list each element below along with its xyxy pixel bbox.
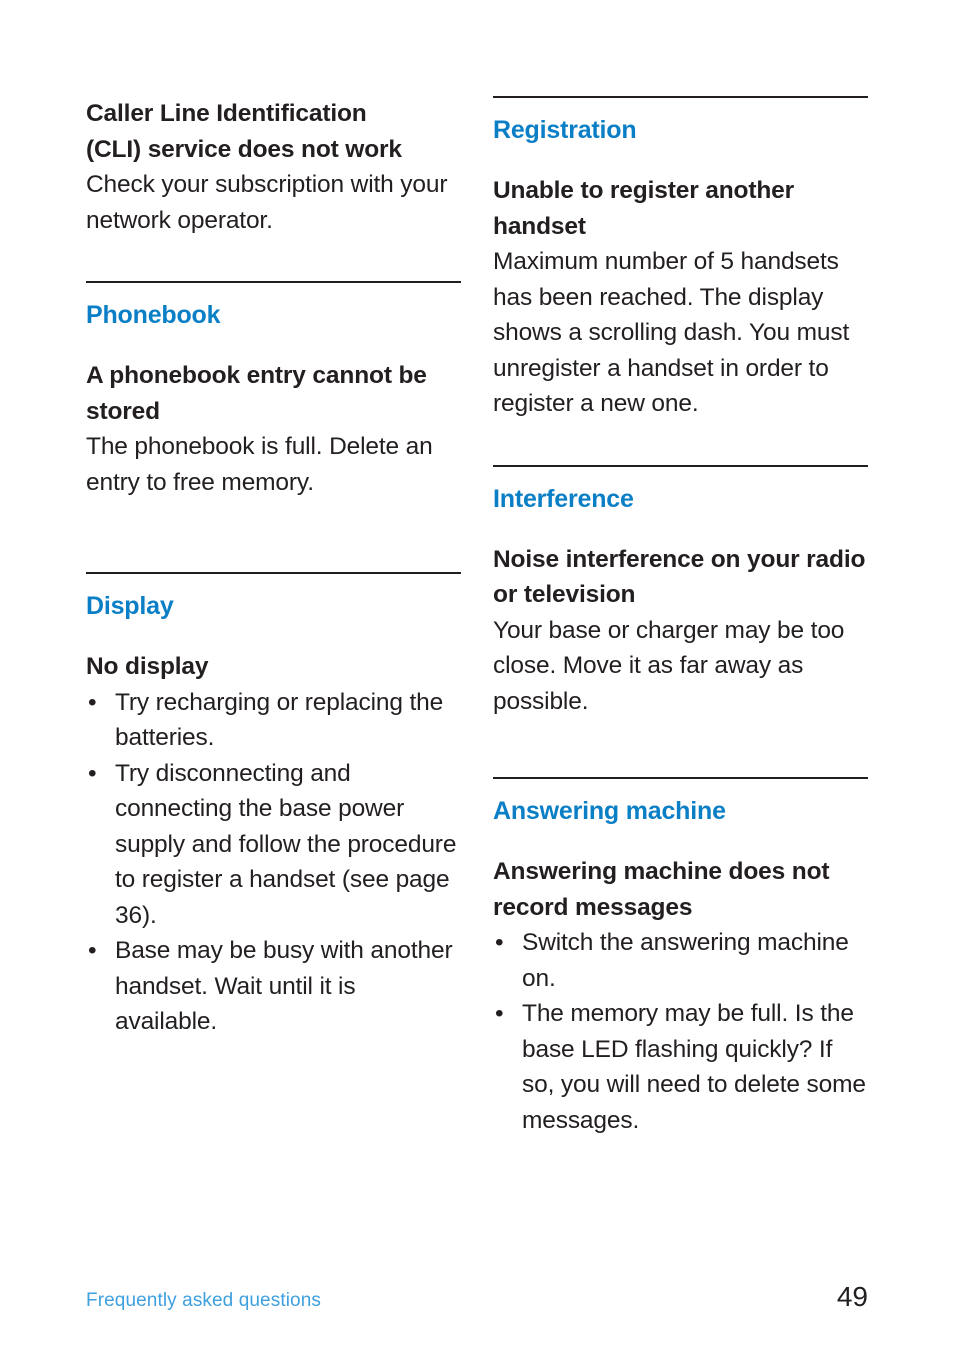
- footer-chapter-label: Frequently asked questions: [86, 1290, 321, 1311]
- bullet-icon: •: [88, 759, 97, 787]
- section-title-phonebook: Phonebook: [86, 301, 221, 329]
- section-divider-display: [86, 572, 461, 574]
- bullet-icon: •: [88, 688, 97, 716]
- faq-cli-body: Check your subscription with your networ…: [86, 171, 448, 234]
- page-number: 49: [836, 1281, 868, 1312]
- faq-unable-register-block: Unable to register another handset Maxim…: [493, 173, 868, 422]
- faq-unable-register-body: Maximum number of 5 handsets has been re…: [493, 248, 850, 417]
- faq-phonebook-entry-block: A phonebook entry cannot be stored The p…: [86, 358, 461, 500]
- faq-no-display-heading: No display: [86, 653, 209, 680]
- faq-no-record-bullet-list: • Switch the answering machine on. • The…: [493, 925, 868, 1138]
- bullet-icon: •: [88, 937, 97, 964]
- section-title-display: Display: [86, 592, 174, 620]
- list-item-text: Switch the answering machine on.: [522, 929, 849, 992]
- list-item: • Switch the answering machine on.: [493, 925, 868, 996]
- section-title-registration: Registration: [493, 116, 637, 144]
- list-item: • Try disconnecting and connecting the b…: [86, 756, 461, 934]
- list-item: • Try recharging or replacing the batter…: [86, 685, 461, 756]
- list-item-text: Try disconnecting and connecting the bas…: [115, 759, 457, 929]
- bullet-icon: •: [495, 1000, 504, 1027]
- section-title-interference: Interference: [493, 484, 634, 513]
- faq-phonebook-entry-body: The phonebook is full. Delete an entry t…: [86, 433, 433, 496]
- page-canvas: Caller Line Identification (CLI) service…: [0, 0, 954, 1348]
- faq-no-display-block: No display • Try recharging or replacing…: [86, 649, 461, 1040]
- list-item-text: Base may be busy with another handset. W…: [115, 937, 453, 1035]
- page-footer: Frequently asked questions 49: [86, 1282, 868, 1312]
- section-divider-phonebook: [86, 281, 461, 283]
- right-column: Registration Unable to register another …: [493, 96, 868, 1138]
- bullet-icon: •: [495, 929, 504, 956]
- faq-noise-interference-block: Noise interference on your radio or tele…: [493, 542, 868, 720]
- faq-cli-heading-line2: (CLI) service does not work: [86, 135, 402, 163]
- faq-no-record-block: Answering machine does not record messag…: [493, 854, 868, 1138]
- list-item: • The memory may be full. Is the base LE…: [493, 996, 868, 1138]
- faq-noise-interference-heading: Noise interference on your radio or tele…: [493, 545, 866, 609]
- list-item: • Base may be busy with another handset.…: [86, 933, 461, 1040]
- section-title-answering-machine: Answering machine: [493, 797, 726, 825]
- faq-cli-heading-line1: Caller Line Identification: [86, 100, 367, 127]
- list-item-text: The memory may be full. Is the base LED …: [522, 1000, 866, 1134]
- left-column: Caller Line Identification (CLI) service…: [86, 96, 461, 1040]
- section-divider-answering-machine: [493, 777, 868, 779]
- section-divider-interference: [493, 464, 868, 467]
- list-item-text: Try recharging or replacing the batterie…: [115, 688, 444, 752]
- faq-no-record-heading: Answering machine does not record messag…: [493, 858, 830, 921]
- faq-no-display-bullet-list: • Try recharging or replacing the batter…: [86, 685, 461, 1040]
- two-column-body: Caller Line Identification (CLI) service…: [86, 96, 868, 1138]
- faq-cli-block: Caller Line Identification (CLI) service…: [86, 96, 461, 238]
- section-divider-registration: [493, 96, 868, 98]
- faq-unable-register-heading: Unable to register another handset: [493, 177, 795, 240]
- faq-phonebook-entry-heading: A phonebook entry cannot be stored: [86, 362, 427, 425]
- faq-noise-interference-body: Your base or charger may be too close. M…: [493, 616, 845, 715]
